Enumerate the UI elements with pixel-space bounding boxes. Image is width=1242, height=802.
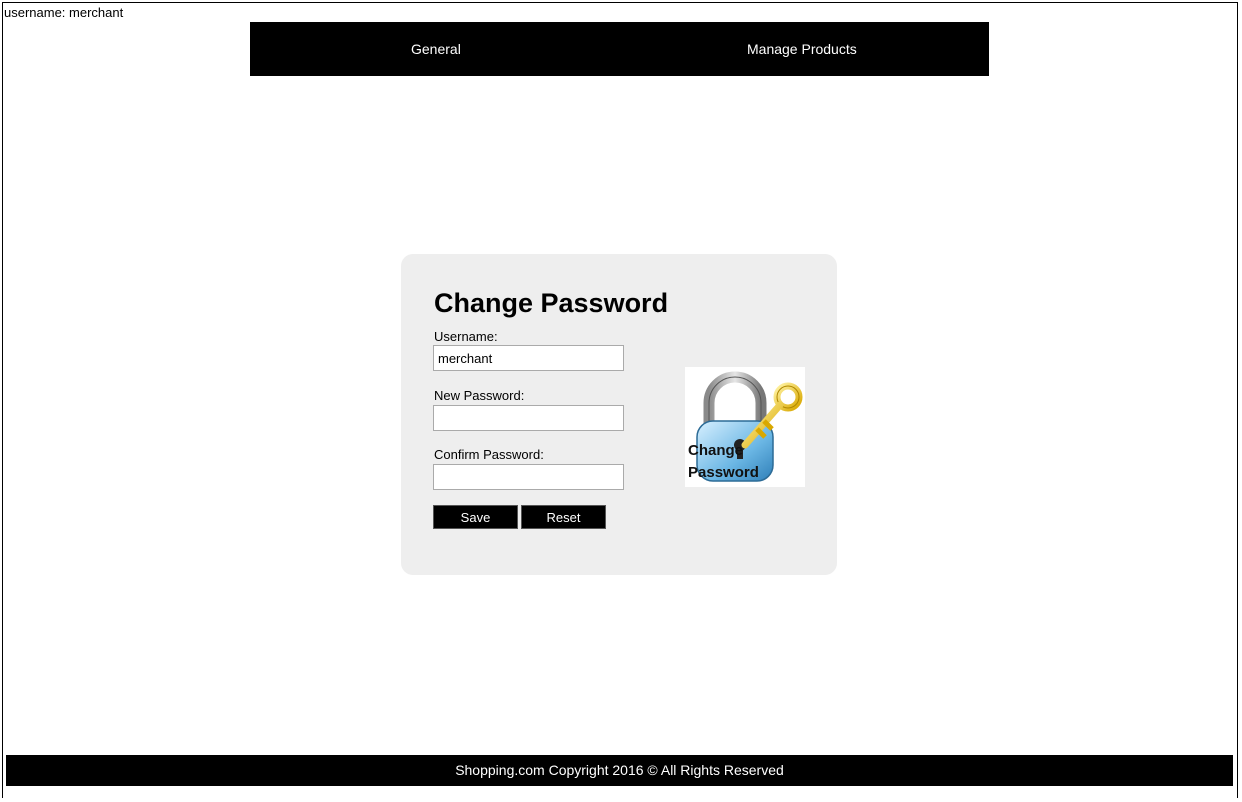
username-field[interactable] — [433, 345, 624, 371]
nav-item-manage-products[interactable]: Manage Products — [747, 41, 857, 57]
form-title: Change Password — [434, 288, 669, 318]
nav-item-general[interactable]: General — [411, 41, 461, 57]
username-label: Username: — [434, 329, 498, 344]
image-caption-line2: Password — [688, 464, 759, 481]
new-password-label: New Password: — [434, 388, 525, 403]
lock-key-icon: Change Password — [685, 367, 805, 487]
reset-button[interactable]: Reset — [522, 506, 605, 528]
change-password-panel: Change Password Username: New Password: … — [401, 254, 837, 575]
username-display: username: merchant — [4, 5, 124, 20]
confirm-password-field[interactable] — [433, 464, 624, 490]
save-button[interactable]: Save — [434, 506, 517, 528]
top-nav: General Manage Products — [250, 22, 989, 76]
image-caption-line1: Change — [688, 442, 743, 459]
footer: Shopping.com Copyright 2016 © All Rights… — [6, 755, 1233, 786]
new-password-field[interactable] — [433, 405, 624, 431]
confirm-password-label: Confirm Password: — [434, 447, 544, 462]
